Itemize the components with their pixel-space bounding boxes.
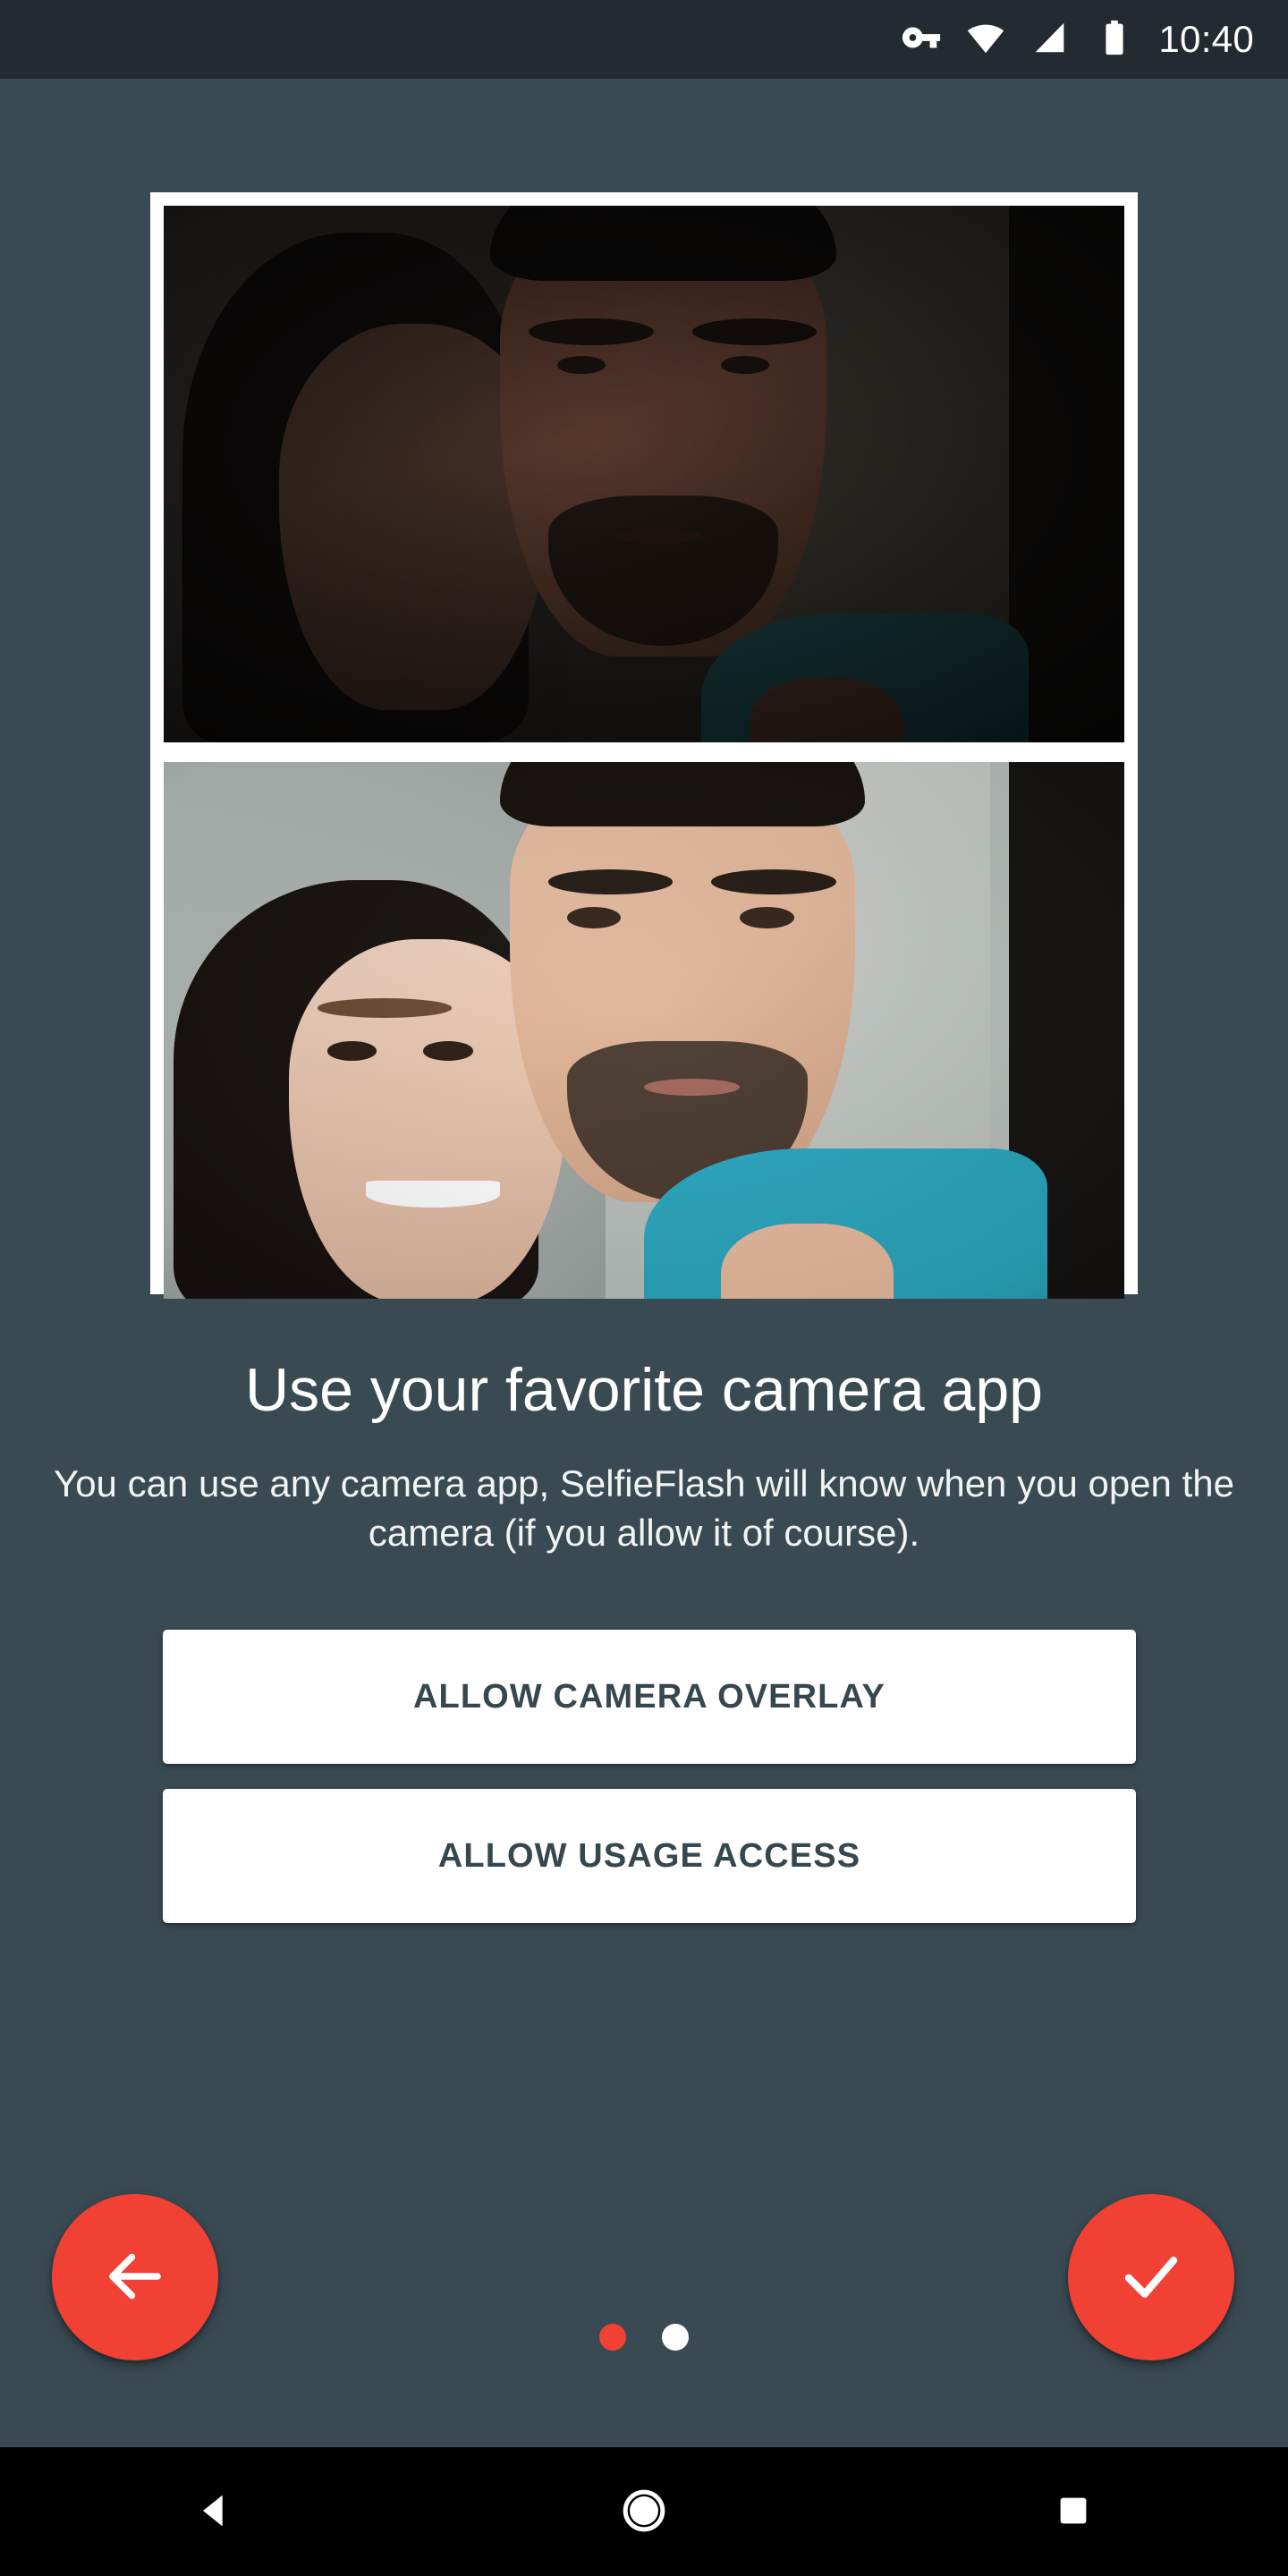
vpn-key-icon bbox=[901, 17, 942, 63]
page-title: Use your favorite camera app bbox=[245, 1356, 1043, 1424]
photo-comparison-frame bbox=[150, 192, 1138, 1299]
page-dot-2[interactable] bbox=[662, 2324, 689, 2351]
battery-icon bbox=[1094, 17, 1135, 63]
cellular-signal-icon bbox=[1030, 17, 1071, 63]
nav-recents-button[interactable] bbox=[984, 2447, 1163, 2576]
before-low-light-overlay bbox=[164, 206, 1124, 742]
app-screen: 10:40 Use your favorite camera app You c… bbox=[0, 0, 1288, 2576]
photo-divider bbox=[164, 742, 1124, 762]
checkmark-icon bbox=[1113, 2238, 1190, 2318]
page-indicator bbox=[0, 2324, 1288, 2351]
before-photo bbox=[164, 206, 1124, 742]
circle-home-icon bbox=[618, 2485, 670, 2539]
allow-usage-access-button[interactable]: ALLOW USAGE ACCESS bbox=[163, 1789, 1136, 1923]
status-bar-icons bbox=[901, 17, 1135, 63]
status-bar: 10:40 bbox=[0, 0, 1288, 79]
nav-home-button[interactable] bbox=[555, 2447, 733, 2576]
triangle-back-icon bbox=[191, 2487, 238, 2537]
wifi-icon bbox=[965, 17, 1006, 63]
page-description: You can use any camera app, SelfieFlash … bbox=[54, 1462, 1234, 1554]
after-photo bbox=[164, 762, 1124, 1299]
page-dot-1[interactable] bbox=[599, 2324, 626, 2351]
after-light-overlay bbox=[164, 762, 1124, 1299]
allow-camera-overlay-button[interactable]: ALLOW CAMERA OVERLAY bbox=[163, 1630, 1136, 1764]
nav-back-button[interactable] bbox=[125, 2447, 304, 2576]
system-navigation-bar bbox=[0, 2447, 1288, 2576]
status-bar-clock: 10:40 bbox=[1158, 18, 1254, 60]
square-recents-icon bbox=[1053, 2490, 1094, 2534]
back-arrow-icon bbox=[97, 2238, 174, 2318]
